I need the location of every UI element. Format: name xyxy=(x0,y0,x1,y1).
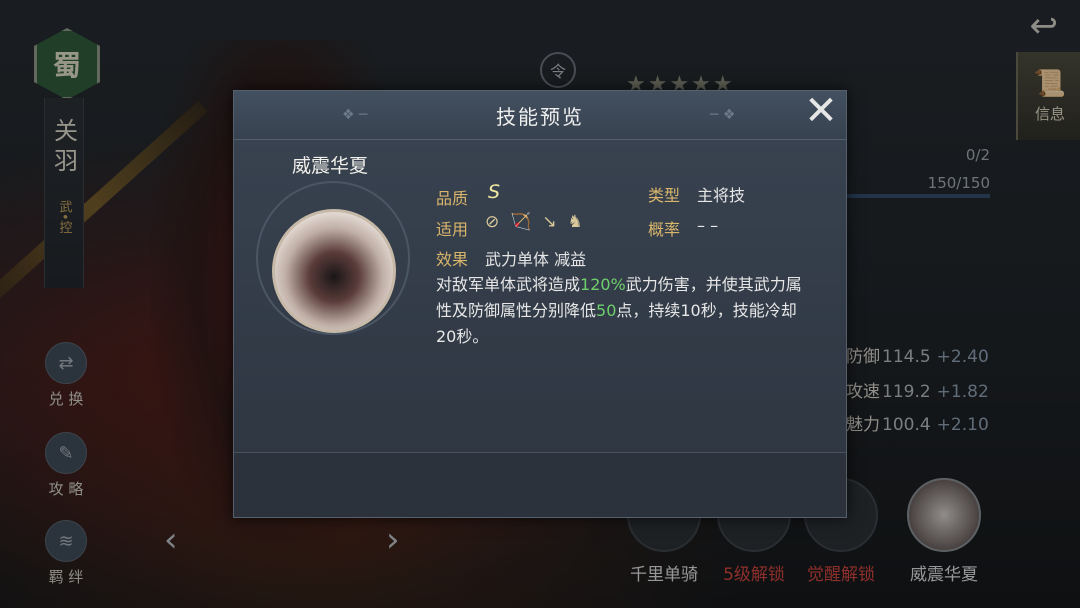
quality-label: 品质 xyxy=(436,189,469,208)
effect-value: 武力单体 减益 xyxy=(485,250,587,269)
type-value: 主将技 xyxy=(697,186,746,205)
quality-value: S xyxy=(488,181,501,203)
skill-name: 威震华夏 xyxy=(292,155,369,177)
horse-icon: ♞ xyxy=(567,212,594,232)
dialog-footer xyxy=(234,452,846,517)
dialog-title: 技能预览 xyxy=(496,105,584,129)
skill-description: 对敌军单体武将造成120%武力伤害，并使其武力属性及防御属性分别降低50点，持续… xyxy=(436,275,802,346)
skill-preview-dialog: ❖ ─ ─ ❖ 技能预览 ✕ 威震华夏 品质 S 类型 主将技 适用 ⊘🏹↘♞ … xyxy=(233,88,847,518)
type-label: 类型 xyxy=(648,186,681,205)
chance-label: 概率 xyxy=(648,220,681,239)
bow-icon: 🏹 xyxy=(510,212,543,232)
shield-icon: ⊘ xyxy=(485,212,511,232)
chance-value: – – xyxy=(697,216,719,235)
close-icon[interactable]: ✕ xyxy=(799,88,843,134)
troop-type-icons: ⊘🏹↘♞ xyxy=(485,212,594,232)
dialog-header: ❖ ─ ─ ❖ 技能预览 ✕ xyxy=(234,88,846,140)
applies-label: 适用 xyxy=(436,220,469,239)
effect-label: 效果 xyxy=(436,250,469,269)
skill-portrait-icon xyxy=(272,209,396,333)
spear-icon: ↘ xyxy=(542,212,568,232)
